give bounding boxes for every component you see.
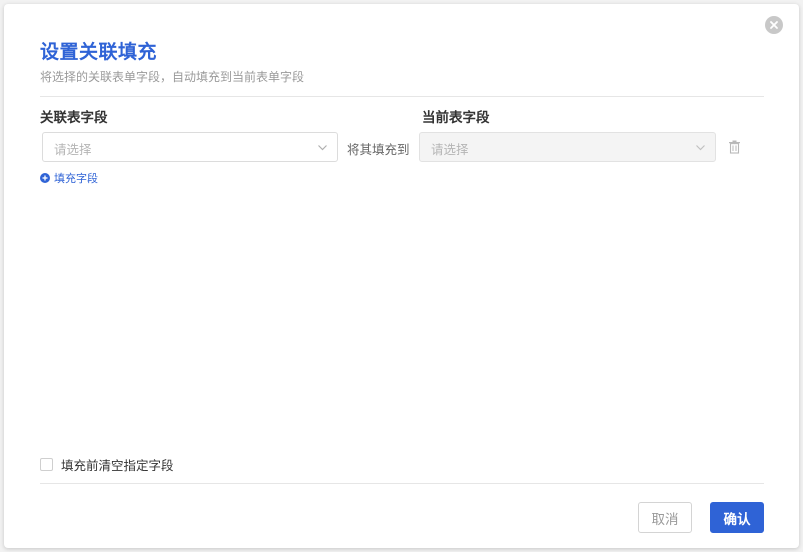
trash-icon[interactable]	[728, 140, 741, 154]
source-field-select[interactable]: 请选择	[42, 132, 338, 162]
source-field-placeholder: 请选择	[54, 142, 92, 157]
target-column-header: 当前表字段	[422, 110, 490, 126]
clear-before-fill-option[interactable]: 填充前清空指定字段	[40, 455, 174, 474]
header-divider	[40, 96, 764, 97]
chevron-down-icon	[318, 145, 327, 151]
add-fill-field-button[interactable]: 填充字段	[40, 170, 98, 186]
confirm-button[interactable]: 确认	[710, 502, 764, 533]
close-button[interactable]	[765, 16, 783, 34]
clear-before-fill-label: 填充前清空指定字段	[61, 458, 174, 473]
dialog-subtitle: 将选择的关联表单字段，自动填充到当前表单字段	[40, 70, 305, 84]
source-column-header: 关联表字段	[40, 110, 108, 126]
cancel-button[interactable]: 取消	[638, 502, 692, 533]
relation-fill-dialog: 设置关联填充 将选择的关联表单字段，自动填充到当前表单字段 关联表字段 当前表字…	[4, 4, 799, 548]
fill-to-label: 将其填充到	[347, 142, 410, 157]
footer-divider	[40, 483, 764, 484]
chevron-down-icon	[696, 145, 705, 151]
dialog-title: 设置关联填充	[40, 41, 158, 63]
clear-before-fill-checkbox[interactable]	[40, 458, 53, 471]
target-field-select[interactable]: 请选择	[419, 132, 716, 162]
close-icon	[770, 21, 778, 29]
add-fill-field-label: 填充字段	[54, 172, 98, 185]
target-field-placeholder: 请选择	[431, 142, 469, 157]
plus-circle-icon	[40, 173, 50, 183]
